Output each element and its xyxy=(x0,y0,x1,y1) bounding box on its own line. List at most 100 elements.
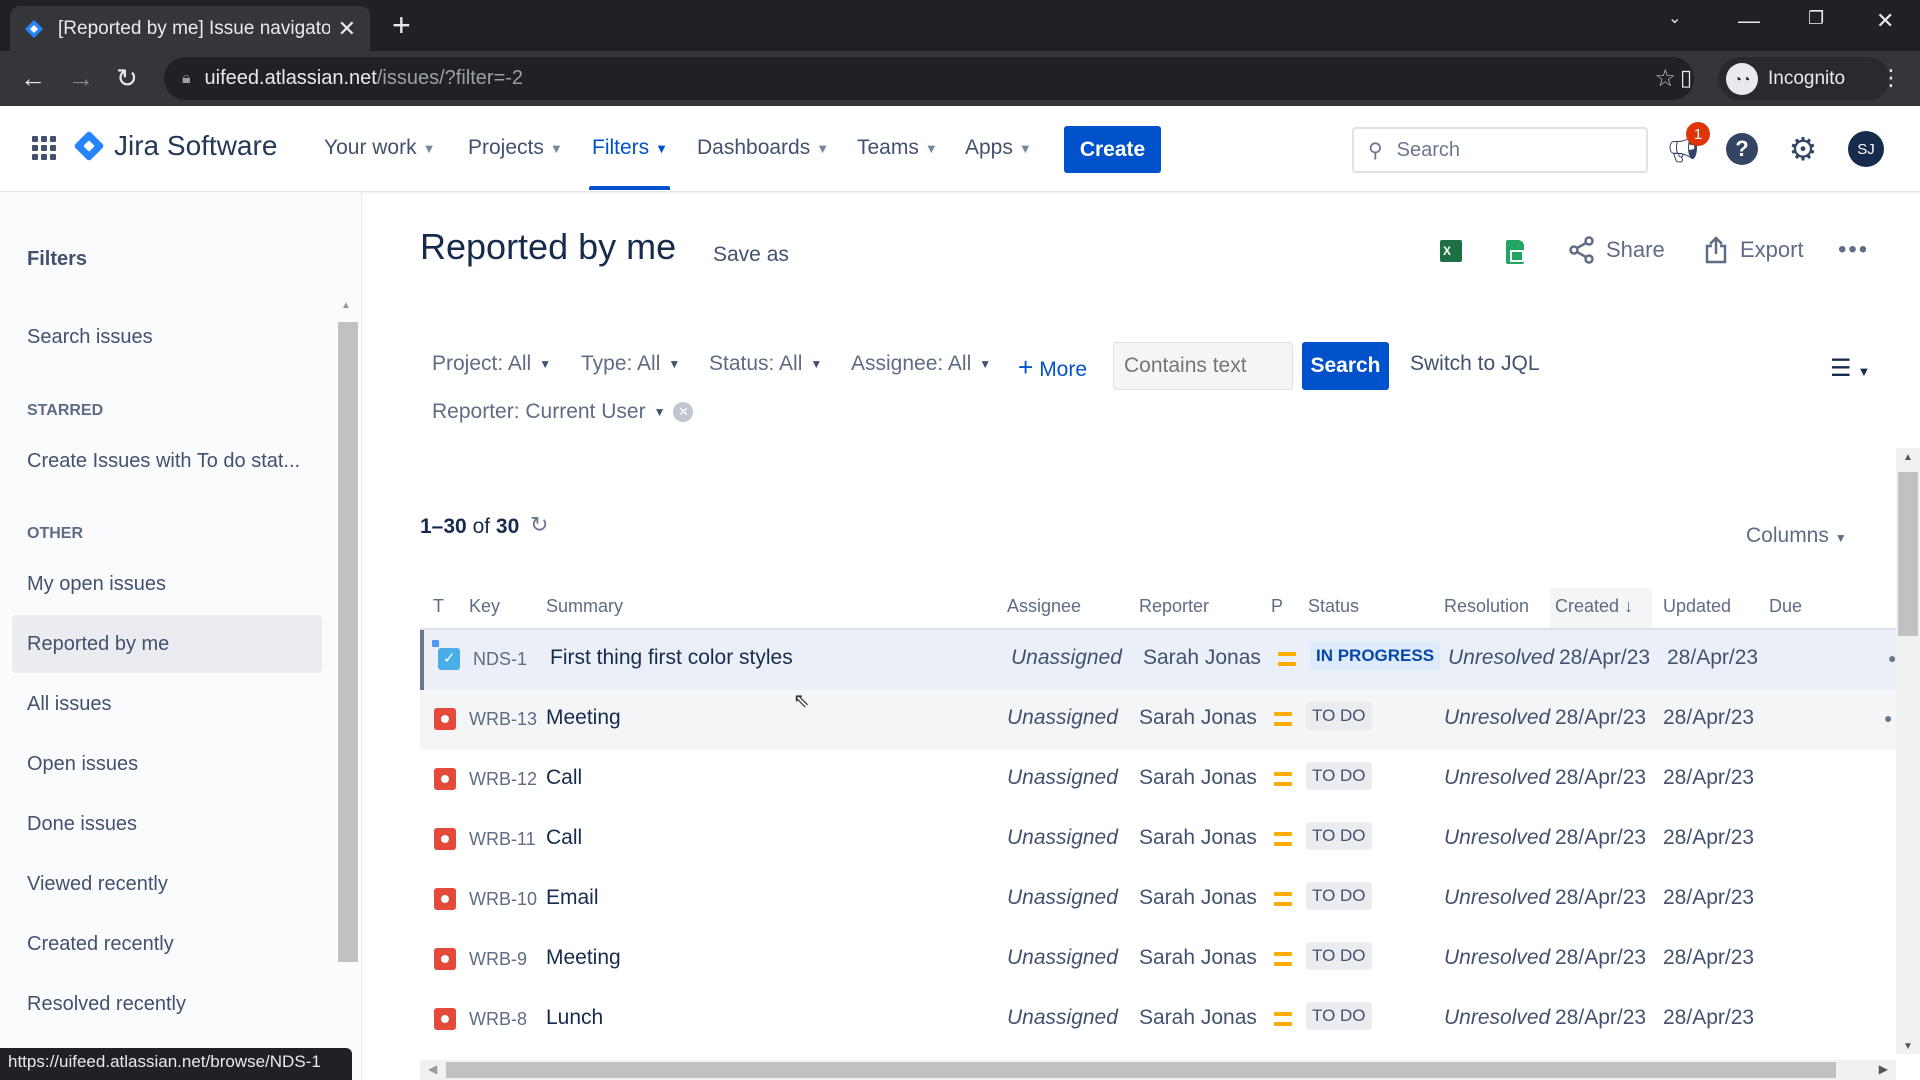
share-button[interactable]: Share xyxy=(1568,236,1665,264)
issue-summary-link[interactable]: Email xyxy=(546,886,599,910)
app-switcher-icon[interactable] xyxy=(32,136,56,160)
issue-summary-link[interactable]: Lunch xyxy=(546,1006,603,1030)
scroll-down-arrow-icon[interactable]: ▼ xyxy=(1903,1041,1913,1052)
sidebar-item-starred-filter[interactable]: Create Issues with To do stat... xyxy=(12,432,322,490)
table-vertical-scrollbar[interactable]: ▲ ▼ xyxy=(1896,448,1920,1054)
minimize-icon[interactable]: — xyxy=(1738,8,1760,34)
new-tab-icon[interactable]: + xyxy=(392,8,411,42)
header-summary[interactable]: Summary xyxy=(546,596,623,617)
header-created[interactable]: Created ↓ xyxy=(1555,596,1633,617)
incognito-profile-button[interactable]: ◔◔ Incognito xyxy=(1718,57,1890,100)
filter-status[interactable]: Status: All ▼ xyxy=(709,352,822,376)
forward-icon[interactable]: → xyxy=(68,61,94,95)
filter-assignee[interactable]: Assignee: All ▼ xyxy=(851,352,991,376)
restore-icon[interactable]: ❐ xyxy=(1808,8,1824,29)
header-status[interactable]: Status xyxy=(1308,596,1359,617)
refresh-icon[interactable]: ↻ xyxy=(530,512,548,538)
jira-logo[interactable]: Jira Software xyxy=(73,130,277,162)
sidebar-item-my-open-issues[interactable]: My open issues xyxy=(12,555,322,613)
table-row[interactable]: WRB-8 Lunch Unassigned Sarah Jonas TO DO Unre… xyxy=(420,990,1896,1050)
scroll-right-arrow-icon[interactable]: ▶ xyxy=(1879,1062,1888,1076)
sidebar-item-open-issues[interactable]: Open issues xyxy=(12,735,322,793)
sidebar-item-viewed-recently[interactable]: Viewed recently xyxy=(12,855,322,913)
row-actions-icon[interactable]: ● xyxy=(1884,710,1892,726)
more-filters-button[interactable]: + More xyxy=(1018,352,1087,383)
filter-type[interactable]: Type: All ▼ xyxy=(581,352,680,376)
save-as-button[interactable]: Save as xyxy=(713,243,789,267)
nav-projects[interactable]: Projects ▼ xyxy=(468,136,563,160)
table-row[interactable]: NDS-1 First thing first color styles Unass… xyxy=(420,630,1896,690)
issue-summary-link[interactable]: Meeting xyxy=(546,706,621,730)
table-row[interactable]: WRB-12 Call Unassigned Sarah Jonas TO DO Unre… xyxy=(420,750,1896,810)
nav-filters[interactable]: Filters ▼ xyxy=(592,136,668,160)
tab-search-icon[interactable]: ⌄ xyxy=(1668,8,1681,28)
table-row[interactable]: WRB-11 Call Unassigned Sarah Jonas TO DO Unre… xyxy=(420,810,1896,870)
header-due[interactable]: Due xyxy=(1769,596,1802,617)
issue-key-link[interactable]: WRB-11 xyxy=(469,829,536,850)
settings-gear-icon[interactable]: ⚙ xyxy=(1786,131,1820,167)
issue-summary-link[interactable]: First thing first color styles xyxy=(550,646,793,670)
sidebar-item-resolved-recently[interactable]: Resolved recently xyxy=(12,975,322,1033)
columns-button[interactable]: Columns ▼ xyxy=(1746,524,1847,548)
header-resolution[interactable]: Resolution xyxy=(1444,596,1529,617)
help-icon[interactable]: ? xyxy=(1726,133,1758,165)
horizontal-scroll-thumb[interactable] xyxy=(446,1062,1836,1078)
issue-key-link[interactable]: WRB-9 xyxy=(469,949,527,970)
close-tab-icon[interactable]: ✕ xyxy=(338,16,356,42)
issue-key-link[interactable]: WRB-8 xyxy=(469,1009,527,1030)
scroll-up-arrow-icon[interactable]: ▲ xyxy=(341,300,351,311)
view-layout-toggle[interactable]: ☰ ▼ xyxy=(1830,354,1870,383)
create-button[interactable]: Create xyxy=(1064,126,1161,173)
header-updated[interactable]: Updated xyxy=(1663,596,1731,617)
google-sheets-icon[interactable] xyxy=(1506,240,1524,264)
header-assignee[interactable]: Assignee xyxy=(1007,596,1081,617)
more-actions-icon[interactable]: ••• xyxy=(1838,236,1869,264)
issue-key-link[interactable]: WRB-12 xyxy=(469,769,537,790)
header-reporter[interactable]: Reporter xyxy=(1139,596,1209,617)
browser-tab[interactable]: [Reported by me] Issue navigator ✕ xyxy=(10,6,370,51)
global-search-input[interactable]: ⚲ Search xyxy=(1352,127,1648,173)
table-row[interactable]: WRB-10 Email Unassigned Sarah Jonas TO DO Unr… xyxy=(420,870,1896,930)
nav-dashboards[interactable]: Dashboards ▼ xyxy=(697,136,829,160)
table-horizontal-scrollbar[interactable]: ◀ ▶ xyxy=(420,1060,1896,1080)
contains-text-input[interactable] xyxy=(1113,342,1293,390)
filter-project[interactable]: Project: All ▼ xyxy=(432,352,551,376)
issue-summary-link[interactable]: Meeting xyxy=(546,946,621,970)
excel-export-icon[interactable]: X xyxy=(1440,240,1462,262)
user-avatar[interactable]: SJ xyxy=(1848,131,1884,167)
nav-teams[interactable]: Teams ▼ xyxy=(857,136,938,160)
table-row[interactable]: WRB-9 Meeting Unassigned Sarah Jonas TO DO Un… xyxy=(420,930,1896,990)
scroll-left-arrow-icon[interactable]: ◀ xyxy=(428,1062,437,1076)
header-key[interactable]: Key xyxy=(469,596,500,617)
sidebar-item-reported-by-me[interactable]: Reported by me xyxy=(12,615,322,673)
header-priority[interactable]: P xyxy=(1271,596,1283,617)
sidebar-item-created-recently[interactable]: Created recently xyxy=(12,915,322,973)
issue-summary-link[interactable]: Call xyxy=(546,766,582,790)
address-bar[interactable]: 🔒︎ uifeed.atlassian.net /issues/?filter=… xyxy=(164,57,1694,100)
side-panel-icon[interactable]: ▯ xyxy=(1680,61,1692,95)
scroll-up-arrow-icon[interactable]: ▲ xyxy=(1903,452,1913,463)
sidebar-item-all-issues[interactable]: All issues xyxy=(12,675,322,733)
sidebar-item-done-issues[interactable]: Done issues xyxy=(12,795,322,853)
nav-apps[interactable]: Apps ▼ xyxy=(965,136,1032,160)
sidebar-scrollbar[interactable]: ▲ xyxy=(336,300,358,962)
table-row[interactable]: WRB-13 Meeting Unassigned Sarah Jonas TO DO U… xyxy=(420,690,1896,750)
vertical-scroll-thumb[interactable] xyxy=(1898,472,1918,636)
clear-filter-icon[interactable]: ✕ xyxy=(673,402,694,422)
filter-reporter[interactable]: Reporter: Current User ▼ ✕ xyxy=(432,400,694,424)
sidebar-item-search-issues[interactable]: Search issues xyxy=(12,308,322,366)
back-icon[interactable]: ← xyxy=(20,61,46,95)
search-button[interactable]: Search xyxy=(1302,342,1389,390)
header-type[interactable]: T xyxy=(433,596,444,617)
issue-key-link[interactable]: WRB-10 xyxy=(469,889,537,910)
issue-summary-link[interactable]: Call xyxy=(546,826,582,850)
reload-icon[interactable]: ↻ xyxy=(116,61,138,95)
issue-key-link[interactable]: NDS-1 xyxy=(473,649,527,670)
nav-your-work[interactable]: Your work ▼ xyxy=(324,136,435,160)
export-button[interactable]: Export xyxy=(1704,236,1804,264)
bookmark-star-icon[interactable]: ☆ xyxy=(1654,64,1676,93)
close-window-icon[interactable]: ✕ xyxy=(1876,8,1894,34)
issue-key-link[interactable]: WRB-13 xyxy=(469,709,537,730)
browser-menu-icon[interactable]: ⋮ xyxy=(1880,61,1902,95)
sidebar-scroll-thumb[interactable] xyxy=(338,322,358,962)
